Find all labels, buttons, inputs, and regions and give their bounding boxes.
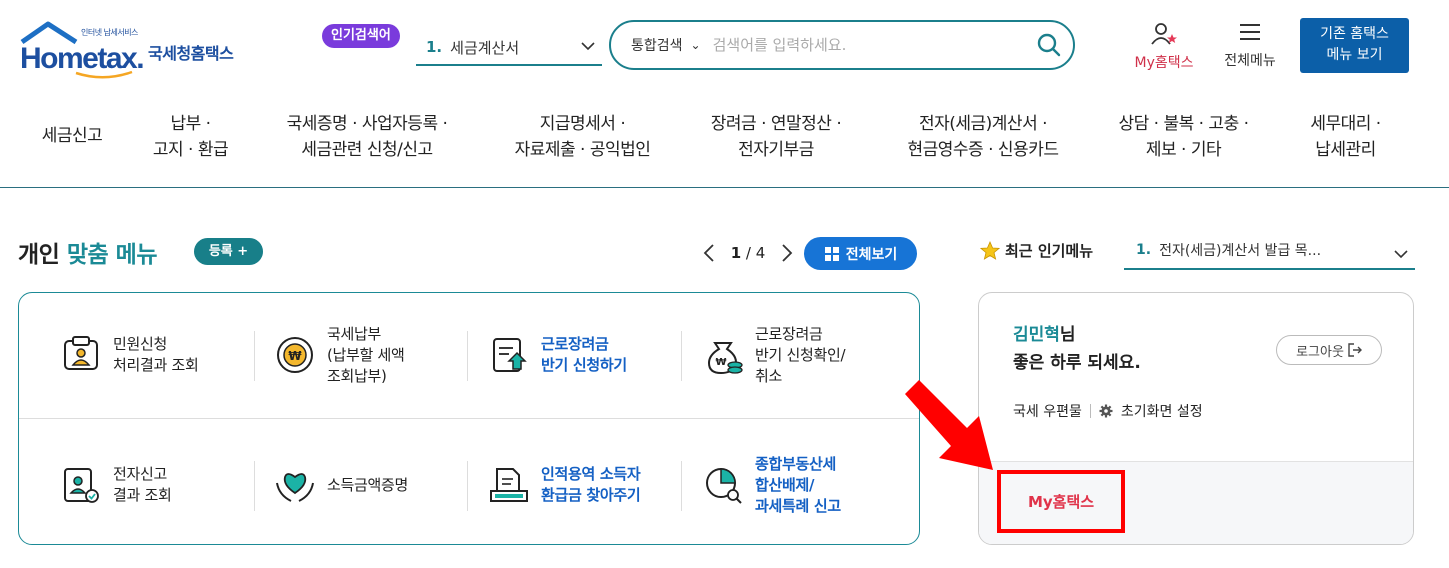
nav-item-statement[interactable]: 지급명세서 · 자료제출 · 공익법인 <box>490 111 675 163</box>
hometax-logo[interactable]: 인터넷 납세서비스 Hometax. 국세청홈택스 <box>18 20 258 80</box>
nav-item-consult[interactable]: 상담 · 불복 · 고충 · 제보 · 기타 <box>1096 111 1271 163</box>
divider <box>1089 404 1091 418</box>
grid-icon <box>824 246 839 261</box>
user-star-icon <box>1151 23 1177 45</box>
user-card: 김민혁님 좋은 하루 되세요. 로그아웃 국세 우편물 초기화면 설정 My홈택… <box>978 292 1414 545</box>
search-icon[interactable] <box>1037 33 1061 57</box>
legacy-button-line2: 메뉴 보기 <box>1326 47 1383 63</box>
my-hometax-button-label: My홈택스 <box>1027 493 1095 511</box>
popular-menu-select[interactable]: 1. 전자(세금)계산서 발급 목... <box>1124 232 1415 270</box>
tile-label: 국세납부 (납부할 세액 조회납부) <box>327 324 405 385</box>
legacy-button-line1: 기존 홈택스 <box>1320 26 1389 42</box>
red-arrow-annotation-icon <box>905 380 993 470</box>
popular-menu-label: 최근 인기메뉴 <box>980 240 1093 261</box>
nav-item-e-invoice[interactable]: 전자(세금)계산서 · 현금영수증 · 신용카드 <box>878 111 1088 163</box>
won-coin-icon: ₩ <box>277 337 313 373</box>
chevron-left-icon[interactable] <box>702 243 716 263</box>
svg-text:₩: ₩ <box>288 349 302 363</box>
divider <box>467 331 468 381</box>
page-separator: / <box>745 244 751 262</box>
chevron-right-icon[interactable] <box>780 243 794 263</box>
my-hometax-link[interactable]: My홈택스 <box>1124 22 1204 72</box>
menu-tile-incentive-confirm[interactable]: ₩ 근로장려금 반기 신청확인/ 취소 <box>701 315 846 395</box>
svg-text:₩: ₩ <box>715 357 726 368</box>
user-card-footer: My홈택스 <box>979 461 1413 544</box>
nav-item-certificate[interactable]: 국세증명 · 사업자등록 · 세금관련 신청/신고 <box>262 111 472 163</box>
money-bag-icon: ₩ <box>707 342 743 375</box>
view-all-label: 전체보기 <box>845 246 898 263</box>
popular-menu-item: 전자(세금)계산서 발급 목... <box>1159 243 1322 259</box>
my-hometax-highlight-box[interactable]: My홈택스 <box>997 470 1125 533</box>
chevron-down-icon <box>1394 250 1408 259</box>
hot-search-rank: 1. <box>426 38 443 56</box>
my-hometax-label: My홈택스 <box>1134 55 1194 71</box>
user-links: 국세 우편물 초기화면 설정 <box>1013 401 1203 421</box>
refund-document-icon <box>490 468 528 502</box>
gear-icon <box>1099 404 1113 418</box>
menu-tile-incentive-apply[interactable]: 근로장려금 반기 신청하기 <box>487 315 627 395</box>
chevron-down-icon <box>581 42 595 51</box>
nav-item-tax-report[interactable]: 세금신고 <box>22 123 122 149</box>
divider <box>254 331 255 381</box>
divider <box>19 418 919 419</box>
register-button[interactable]: 등록 + <box>194 238 263 265</box>
greeting-text: 좋은 하루 되세요. <box>1013 353 1141 373</box>
view-all-button[interactable]: 전체보기 <box>804 237 917 270</box>
divider <box>467 461 468 511</box>
hot-search-badge: 인기검색어 <box>322 24 400 48</box>
nav-item-agent[interactable]: 세무대리 · 납세관리 <box>1288 111 1403 163</box>
logo-subtitle: 국세청홈택스 <box>148 44 234 63</box>
search-box: 통합검색 ⌄ <box>609 20 1075 70</box>
menu-tile-e-filing-result[interactable]: 전자신고 결과 조회 <box>59 445 172 525</box>
main-nav: 세금신고 납부 · 고지 · 환급 국세증명 · 사업자등록 · 세금관련 신청… <box>0 108 1449 188</box>
hot-search-item: 세금계산서 <box>450 38 520 57</box>
page-current: 1 <box>730 244 742 262</box>
menu-tile-petition-result[interactable]: 민원신청 처리결과 조회 <box>59 315 199 395</box>
hot-search-select[interactable]: 1. 세금계산서 <box>416 30 602 66</box>
tile-label: 인적용역 소득자 환급금 찾아주기 <box>541 465 641 504</box>
logout-icon <box>1348 343 1362 357</box>
tile-label: 종합부동산세 합산배제/ 과세특례 신고 <box>755 454 841 515</box>
all-menu-label: 전체메뉴 <box>1224 53 1276 69</box>
star-icon <box>980 240 1000 260</box>
tile-label: 근로장려금 반기 신청확인/ 취소 <box>755 324 846 385</box>
menu-tile-tax-payment[interactable]: ₩ 국세납부 (납부할 세액 조회납부) <box>273 315 405 395</box>
mail-link[interactable]: 국세 우편물 <box>1013 401 1082 421</box>
page-total: 4 <box>755 244 766 262</box>
menu-tile-refund-search[interactable]: 인적용역 소득자 환급금 찾아주기 <box>487 445 641 525</box>
all-menu-button[interactable]: 전체메뉴 <box>1214 22 1286 70</box>
custom-menu-card: 민원신청 처리결과 조회 ₩ 국세납부 (납부할 세액 조회납부) 근로장려금 … <box>18 292 920 545</box>
chart-search-icon <box>706 468 742 504</box>
hamburger-menu-icon <box>1240 24 1260 40</box>
user-greeting: 김민혁님 좋은 하루 되세요. <box>1013 321 1141 377</box>
logo-tagline: 인터넷 납세서비스 <box>81 28 138 37</box>
divider <box>254 461 255 511</box>
logo-swoosh-icon <box>75 70 133 79</box>
search-input[interactable] <box>712 36 1037 54</box>
chevron-down-icon: ⌄ <box>690 38 701 52</box>
clipboard-upload-icon <box>493 338 527 372</box>
tile-label: 민원신청 처리결과 조회 <box>113 335 199 374</box>
user-name: 김민혁 <box>1013 325 1060 345</box>
legacy-menu-button[interactable]: 기존 홈택스 메뉴 보기 <box>1300 18 1409 73</box>
nav-item-incentive[interactable]: 장려금 · 연말정산 · 전자기부금 <box>686 111 866 163</box>
divider <box>681 461 682 511</box>
heart-hands-icon <box>276 473 314 502</box>
nav-item-payment[interactable]: 납부 · 고지 · 환급 <box>128 111 253 163</box>
certificate-icon <box>64 468 99 503</box>
menu-tile-property-tax[interactable]: 종합부동산세 합산배제/ 과세특례 신고 <box>701 445 841 525</box>
home-settings-link[interactable]: 초기화면 설정 <box>1121 401 1203 421</box>
document-person-icon <box>64 336 98 370</box>
tile-label: 소득금액증명 <box>327 475 409 494</box>
divider <box>681 331 682 381</box>
menu-tile-income-proof[interactable]: 소득금액증명 <box>273 445 408 525</box>
custom-menu-title: 개인 맞춤 메뉴 <box>18 242 158 268</box>
logout-button[interactable]: 로그아웃 <box>1276 335 1382 365</box>
tile-label: 근로장려금 반기 신청하기 <box>541 335 627 374</box>
search-scope-select[interactable]: 통합검색 <box>631 35 683 55</box>
pager: 1 / 4 <box>702 240 794 266</box>
tile-label: 전자신고 결과 조회 <box>113 465 172 504</box>
popular-menu-rank: 1. <box>1136 242 1152 258</box>
